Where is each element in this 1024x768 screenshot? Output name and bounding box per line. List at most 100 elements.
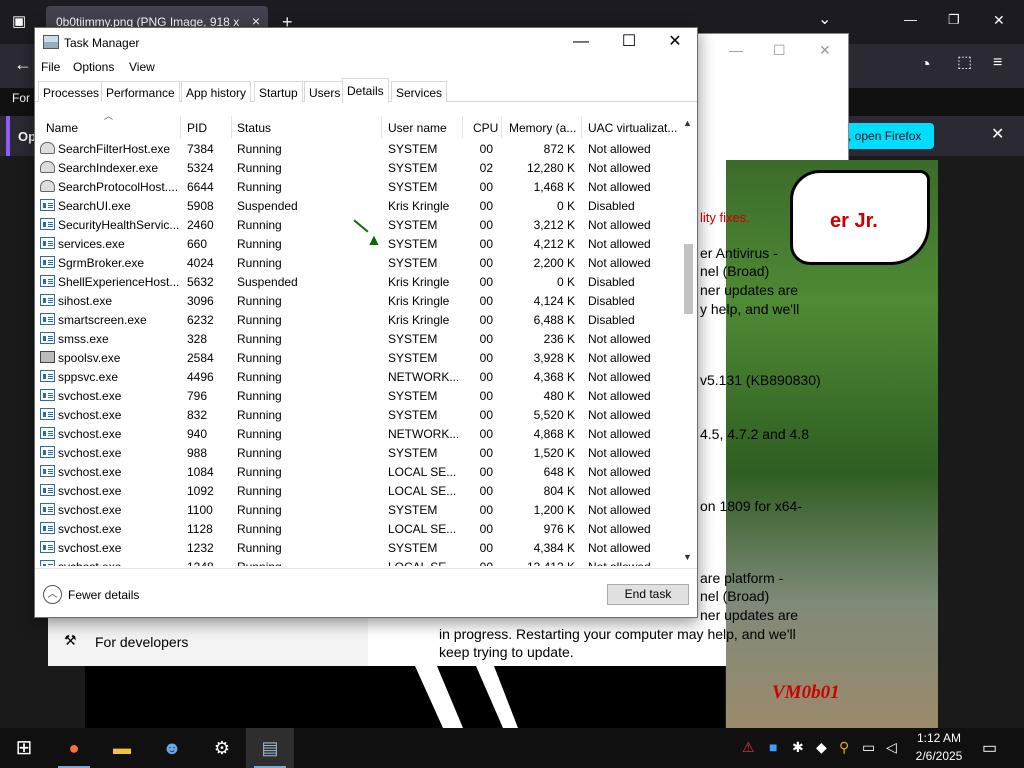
- table-row[interactable]: smartscreen.exe 6232 Running Kris Kringle 00…: [35, 311, 681, 330]
- tray-drop-icon[interactable]: ◆: [816, 739, 827, 756]
- table-row[interactable]: svchost.exe 1232 Running SYSTEM 00 4,384 K Not…: [35, 539, 681, 558]
- table-row[interactable]: svchost.exe 796 Running SYSTEM 00 480 K Not al…: [35, 387, 681, 406]
- sidebar-item-for-developers[interactable]: For developers: [95, 634, 188, 650]
- volume-muted-icon[interactable]: ◁: [886, 739, 897, 756]
- tray-search-icon[interactable]: ⚲: [839, 739, 849, 756]
- maximize-icon[interactable]: ☐: [609, 30, 649, 54]
- table-row[interactable]: svchost.exe 1128 Running LOCAL SE... 00 976 K…: [35, 520, 681, 539]
- process-uac: Not allowed: [588, 484, 651, 498]
- tab-details[interactable]: Details: [342, 78, 389, 103]
- process-memory: 13,412 K: [505, 560, 575, 566]
- clock-date[interactable]: 2/6/2025: [914, 749, 964, 763]
- table-row[interactable]: SearchFilterHost.exe 7384 Running SYSTEM 00 8…: [35, 140, 681, 159]
- column-name[interactable]: Name: [46, 121, 78, 135]
- window-minimize-icon[interactable]: —: [904, 13, 917, 26]
- tab-startup[interactable]: Startup: [254, 81, 303, 102]
- table-row[interactable]: SearchProtocolHost.... 6644 Running SYSTEM 0…: [35, 178, 681, 197]
- minimize-icon[interactable]: —: [561, 30, 601, 54]
- table-row[interactable]: svchost.exe 1092 Running LOCAL SE... 00 804 K…: [35, 482, 681, 501]
- extensions-icon[interactable]: ⬚: [957, 55, 972, 71]
- column-divider[interactable]: [462, 116, 463, 138]
- notification-close-icon[interactable]: ✕: [991, 127, 1004, 143]
- firefox-view-icon[interactable]: ▣: [12, 14, 26, 29]
- viewer-close-icon[interactable]: ✕: [819, 42, 831, 59]
- fewer-details-link[interactable]: Fewer details: [68, 588, 139, 602]
- back-icon[interactable]: ←: [14, 55, 32, 73]
- column-divider[interactable]: [381, 116, 382, 138]
- tab-performance[interactable]: Performance: [101, 81, 180, 102]
- menu-view[interactable]: View: [129, 60, 155, 74]
- column-memory[interactable]: Memory (a...: [509, 121, 576, 135]
- menu-options[interactable]: Options: [73, 60, 114, 74]
- update-line: ner updates are: [700, 282, 799, 298]
- notification-center-icon[interactable]: ▭: [982, 738, 997, 758]
- list-all-tabs-icon[interactable]: ⌄: [818, 12, 831, 28]
- scrollbar-thumb[interactable]: [684, 244, 693, 314]
- security-alert-icon[interactable]: ⚠: [742, 739, 755, 756]
- column-divider[interactable]: [231, 116, 232, 138]
- process-icon: [40, 294, 55, 306]
- column-pid[interactable]: PID: [187, 121, 207, 135]
- start-button[interactable]: ⊞: [0, 728, 48, 768]
- table-row[interactable]: SearchIndexer.exe 5324 Running SYSTEM 02 12,2…: [35, 159, 681, 178]
- table-row[interactable]: svchost.exe 832 Running SYSTEM 00 5,520 K Not …: [35, 406, 681, 425]
- taskbar-task-manager[interactable]: ▤: [246, 728, 294, 768]
- clock-time[interactable]: 1:12 AM: [914, 731, 964, 745]
- close-icon[interactable]: ✕: [655, 30, 695, 54]
- table-row[interactable]: sihost.exe 3096 Running Kris Kringle 00 4,124…: [35, 292, 681, 311]
- scroll-up-icon[interactable]: ▲: [683, 118, 692, 128]
- table-row[interactable]: smss.exe 328 Running SYSTEM 00 236 K Not allow…: [35, 330, 681, 349]
- table-row[interactable]: svchost.exe 988 Running SYSTEM 00 1,520 K Not …: [35, 444, 681, 463]
- table-row[interactable]: svchost.exe 1100 Running SYSTEM 00 1,200 K Not…: [35, 501, 681, 520]
- taskbar-people[interactable]: ☻: [148, 728, 196, 768]
- tray-app-icon[interactable]: ■: [769, 739, 777, 755]
- tab-app-history[interactable]: App history: [181, 81, 252, 102]
- column-uac-virtualization[interactable]: UAC virtualizat...: [588, 121, 677, 135]
- tray-puzzle-icon[interactable]: ✱: [792, 739, 804, 756]
- table-row[interactable]: ShellExperienceHost.... 5632 Suspended Kris…: [35, 273, 681, 292]
- table-row[interactable]: SgrmBroker.exe 4024 Running SYSTEM 00 2,200 K…: [35, 254, 681, 273]
- column-user-name[interactable]: User name: [388, 121, 447, 135]
- chevron-up-icon[interactable]: ︿: [43, 585, 62, 604]
- table-row[interactable]: svchost.exe 1084 Running LOCAL SE... 00 648 K…: [35, 463, 681, 482]
- menu-icon[interactable]: ≡: [993, 55, 1002, 71]
- table-row[interactable]: sppsvc.exe 4496 Running NETWORK... 00 4,368 K…: [35, 368, 681, 387]
- tab-processes[interactable]: Processes: [38, 81, 105, 102]
- menu-file[interactable]: File: [41, 60, 60, 74]
- table-row[interactable]: svchost.exe 940 Running NETWORK... 00 4,868 K…: [35, 425, 681, 444]
- process-user: SYSTEM: [388, 446, 438, 460]
- table-row[interactable]: SearchUI.exe 5908 Suspended Kris Kringle 00 0…: [35, 197, 681, 216]
- account-icon[interactable]: ◔: [920, 55, 931, 73]
- column-divider[interactable]: [581, 116, 582, 138]
- process-uac: Not allowed: [588, 370, 651, 384]
- window-restore-icon[interactable]: ❐: [948, 13, 960, 26]
- table-row[interactable]: spoolsv.exe 2584 Running SYSTEM 00 3,928 K Not…: [35, 349, 681, 368]
- column-status[interactable]: Status: [237, 121, 271, 135]
- table-row[interactable]: services.exe 660 Running SYSTEM 00 4,212 K Not…: [35, 235, 681, 254]
- process-memory: 1,520 K: [533, 446, 575, 460]
- column-divider[interactable]: [501, 116, 502, 138]
- process-memory: 6,488 K: [533, 313, 575, 327]
- taskbar-firefox[interactable]: ●: [50, 728, 98, 768]
- viewer-minimize-icon[interactable]: —: [729, 42, 743, 58]
- tab-services[interactable]: Services: [391, 81, 448, 102]
- viewer-maximize-icon[interactable]: ☐: [773, 42, 786, 59]
- taskbar-settings[interactable]: ⚙: [198, 728, 246, 768]
- process-status: Running: [237, 446, 282, 460]
- end-task-button[interactable]: End task: [607, 584, 689, 605]
- title-bar[interactable]: Task Manager — ☐ ✕: [35, 28, 697, 56]
- process-uac: Not allowed: [588, 427, 651, 441]
- tab-users[interactable]: Users: [304, 81, 346, 102]
- window-close-icon[interactable]: ✕: [993, 13, 1005, 27]
- table-row[interactable]: svchost.exe 1248 Running LOCAL SE... 00 13,41…: [35, 558, 681, 566]
- column-divider[interactable]: [180, 116, 181, 138]
- process-user: LOCAL SE...: [388, 465, 457, 479]
- taskbar-file-explorer[interactable]: ▬: [98, 728, 146, 768]
- scroll-down-icon[interactable]: ▼: [683, 552, 692, 562]
- network-icon[interactable]: ▭: [862, 739, 875, 756]
- nav-partial-text: For: [12, 91, 30, 105]
- service-user-icon: [40, 180, 55, 192]
- vertical-scrollbar[interactable]: ▲ ▼: [681, 114, 697, 566]
- open-firefox-button[interactable]: , open Firefox: [842, 123, 934, 149]
- column-cpu[interactable]: CPU: [473, 121, 498, 135]
